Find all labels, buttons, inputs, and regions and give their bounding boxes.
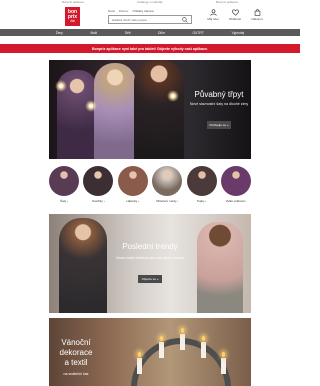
category-circles: Šaty › Svetříky › Halenky › Oblečení mód… [49,166,251,204]
category-circle-fashion[interactable]: Oblečení módy › [152,166,183,204]
nav-item-sale[interactable]: Výprodej [232,31,245,35]
hero-subtitle: Nové slavnostní šaty na dlouhé zimy [189,102,249,106]
account-button[interactable]: Můj účet [205,9,221,21]
candle-flame [160,336,163,341]
user-icon [209,9,217,16]
model-figure [94,63,136,159]
category-label: Topky › [196,199,207,203]
hero-subtitle: Nová modní kolekce pro tuto zimní sezónu [116,256,184,260]
nav-item-women[interactable]: Ženy [56,31,63,35]
subnav-link-new[interactable]: Nové [108,9,115,13]
promo-text: Bonprix aplikace nyní také pro tablet! O… [91,46,209,51]
subnav-link-legal[interactable]: Ohlášky zákona [132,9,153,13]
category-label: Svetříky › [92,199,105,203]
candle-flame [222,352,225,357]
hero-title-line: Vánoční [61,338,91,347]
site-header: bon prix ČR Nové Pomoc Ohlášky zákona Hl… [0,5,300,29]
model-figure [134,60,184,159]
search-input[interactable]: Hledání zboží nebo pojmu [108,15,192,24]
promo-banner[interactable]: Bonprix aplikace nyní také pro tablet! O… [0,44,300,53]
hero-banner-christmas[interactable]: Vánoční dekorace a textil na sváteční ča… [49,318,251,386]
candle-flame [181,328,184,333]
category-label: Velké velikosti › [225,199,247,203]
model-figure [197,222,243,313]
category-label: Šaty › [60,199,68,203]
cart-label: Nákupní [251,17,263,21]
hero-cta-button[interactable]: Podívejte se » [207,121,231,129]
nav-item-kids[interactable]: Děti [125,31,131,35]
hero-title-line: a textil [64,358,88,367]
category-label: Oblečení módy › [156,199,179,203]
search-icon[interactable] [182,17,188,23]
search-placeholder: Hledání zboží nebo pojmu [112,18,147,22]
candle [180,334,185,350]
nav-item-outfit[interactable]: OUTFIT [192,31,204,35]
candle [201,342,206,358]
sparkler-light [55,80,67,92]
sparkler-light [85,100,97,112]
account-label: Můj účet [207,17,219,21]
header-subnav: Nové Pomoc Ohlášky zákona [108,9,154,13]
heart-icon [231,9,239,16]
category-image [220,166,251,196]
hero-title-line: dekorace [59,348,93,357]
category-circle-blouses[interactable]: Halenky › [117,166,148,204]
hero-title: Půvabný třpyt [194,90,244,99]
bonprix-logo[interactable]: bon prix ČR [65,7,80,26]
hero-cta-button[interactable]: Objevte se » [138,275,162,283]
category-label: Halenky › [126,199,140,203]
candle-flame [202,336,205,341]
hero-banner-sparkle[interactable]: Půvabný třpyt Nové slavnostní šaty na dl… [49,60,251,159]
candle-flame [138,352,141,357]
category-nav: Ženy Muži Děti Dům OUTFIT Výprodej [0,29,300,36]
hero-subtitle: na sváteční čas [63,372,89,376]
header-icons: Můj účet Oblíbené Nákupní [205,9,265,21]
candle [159,342,164,358]
category-circle-plus-size[interactable]: Velké velikosti › [220,166,251,204]
nav-item-home[interactable]: Dům [158,31,165,35]
category-circle-dresses[interactable]: Šaty › [49,166,79,204]
wishlist-label: Oblíbené [228,17,242,21]
model-figure [59,218,107,313]
sparkler-light [167,90,179,102]
logo-line-3: ČR [70,19,75,23]
category-image [152,166,183,196]
hero-title: Vánoční dekorace a textil [51,338,101,368]
category-image [83,166,114,196]
wishlist-button[interactable]: Oblíbené [227,9,243,21]
category-image [117,166,148,196]
category-image [186,166,217,196]
category-circle-sweaters[interactable]: Svetříky › [83,166,114,204]
bag-icon [254,9,260,16]
candle [137,358,142,374]
hero-banner-trends[interactable]: Poslední trendy Nová modní kolekce pro t… [49,214,251,313]
candle [221,358,226,374]
category-image [49,166,79,196]
subnav-link-help[interactable]: Pomoc [119,9,128,13]
category-circle-tops[interactable]: Topky › [186,166,217,204]
hero-title: Poslední trendy [122,242,178,251]
nav-item-men[interactable]: Muži [91,31,98,35]
cart-button[interactable]: Nákupní [249,9,265,21]
